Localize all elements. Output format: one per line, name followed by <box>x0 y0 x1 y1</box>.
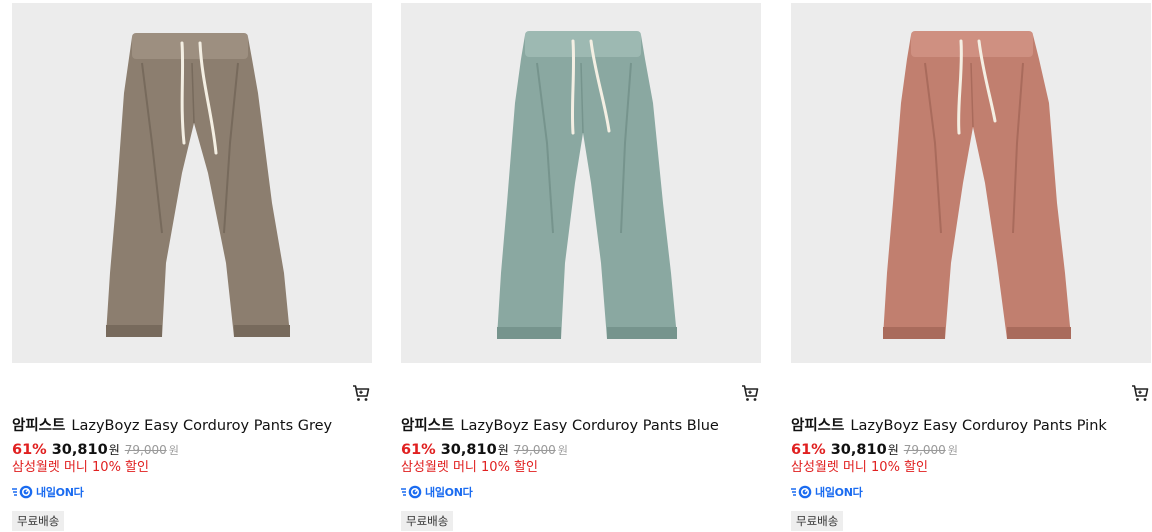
cart-icon[interactable] <box>1130 383 1150 403</box>
delivery-label: 내일ON다 <box>815 486 863 499</box>
product-image[interactable] <box>791 3 1151 363</box>
free-shipping-badge: 무료배송 <box>791 511 844 531</box>
pants-illustration <box>791 3 1151 363</box>
pants-illustration <box>12 3 372 363</box>
delivery-label: 내일ON다 <box>36 486 84 499</box>
original-price: 79,000 <box>903 443 946 457</box>
product-title[interactable]: 암피스트 LazyBoyz Easy Corduroy Pants Grey <box>12 416 372 436</box>
sale-price: 30,810 <box>830 442 887 458</box>
sale-price: 30,810 <box>440 442 497 458</box>
discount-rate: 61% <box>401 442 436 458</box>
delivery-truck-icon <box>791 485 812 499</box>
promo-text: 삼성월렛 머니 10% 할인 <box>12 460 149 475</box>
brand-name: 암피스트 <box>12 418 66 434</box>
product-title[interactable]: 암피스트 LazyBoyz Easy Corduroy Pants Pink <box>791 416 1151 436</box>
pants-illustration <box>401 3 761 363</box>
original-price: 79,000 <box>124 443 167 457</box>
original-price: 79,000 <box>513 443 556 457</box>
free-shipping-badge: 무료배송 <box>12 511 65 531</box>
original-currency-unit: 원 <box>557 444 568 457</box>
currency-unit: 원 <box>887 443 899 457</box>
currency-unit: 원 <box>108 443 120 457</box>
product-name: LazyBoyz Easy Corduroy Pants Pink <box>850 418 1107 434</box>
delivery-badge: 내일ON다 <box>12 483 84 501</box>
original-currency-unit: 원 <box>947 444 958 457</box>
brand-name: 암피스트 <box>791 418 845 434</box>
promo-text: 삼성월렛 머니 10% 할인 <box>401 460 538 475</box>
discount-rate: 61% <box>791 442 826 458</box>
original-currency-unit: 원 <box>168 444 179 457</box>
promo-text: 삼성월렛 머니 10% 할인 <box>791 460 928 475</box>
discount-rate: 61% <box>12 442 47 458</box>
product-image[interactable] <box>401 3 761 363</box>
brand-name: 암피스트 <box>401 418 455 434</box>
free-shipping-badge: 무료배송 <box>401 511 454 531</box>
delivery-badge: 내일ON다 <box>401 483 473 501</box>
sale-price: 30,810 <box>51 442 108 458</box>
product-card[interactable]: 암피스트 LazyBoyz Easy Corduroy Pants Grey 61… <box>12 0 372 532</box>
delivery-label: 내일ON다 <box>425 486 473 499</box>
delivery-truck-icon <box>401 485 422 499</box>
cart-icon[interactable] <box>351 383 371 403</box>
product-grid: 암피스트 LazyBoyz Easy Corduroy Pants Grey 61… <box>0 0 1152 532</box>
product-name: LazyBoyz Easy Corduroy Pants Blue <box>460 418 719 434</box>
delivery-badge: 내일ON다 <box>791 483 863 501</box>
delivery-truck-icon <box>12 485 33 499</box>
currency-unit: 원 <box>497 443 509 457</box>
product-card[interactable]: 암피스트 LazyBoyz Easy Corduroy Pants Pink 61… <box>791 0 1151 532</box>
product-name: LazyBoyz Easy Corduroy Pants Grey <box>71 418 333 434</box>
product-image[interactable] <box>12 3 372 363</box>
product-title[interactable]: 암피스트 LazyBoyz Easy Corduroy Pants Blue <box>401 416 761 436</box>
cart-icon[interactable] <box>740 383 760 403</box>
product-card[interactable]: 암피스트 LazyBoyz Easy Corduroy Pants Blue 61… <box>401 0 761 532</box>
